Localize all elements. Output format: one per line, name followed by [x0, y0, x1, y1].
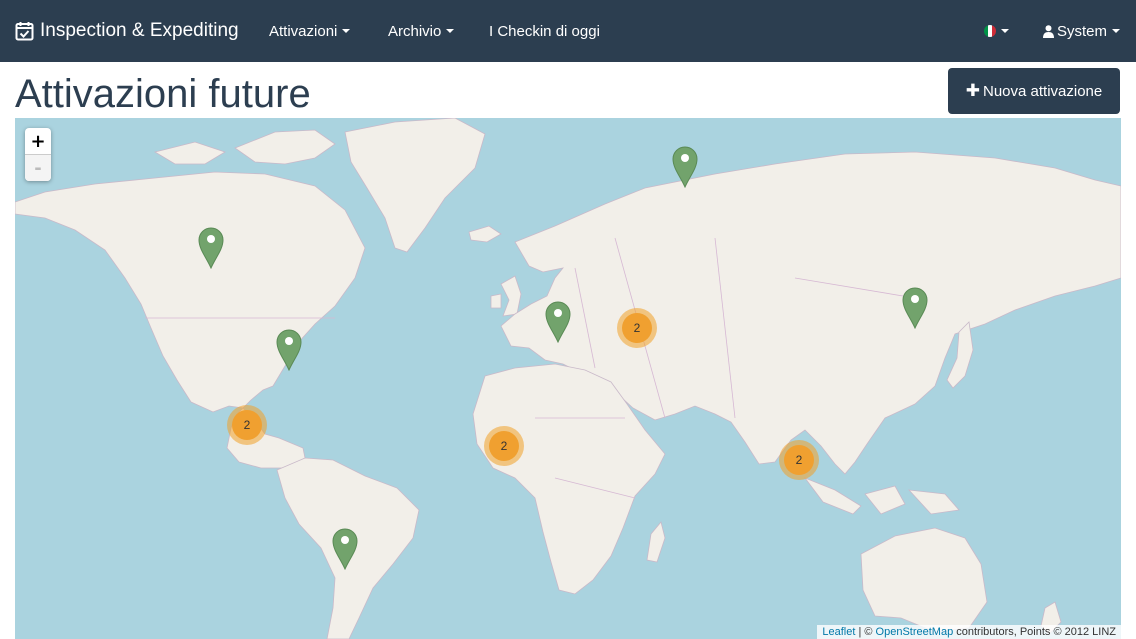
- new-activation-label: Nuova attivazione: [983, 82, 1103, 100]
- map-pin-icon: [332, 528, 358, 571]
- map-tiles: [15, 118, 1121, 639]
- caret-down-icon: [342, 29, 351, 33]
- map-attribution: Leaflet | © OpenStreetMap contributors, …: [817, 625, 1121, 639]
- map-pin-icon: [198, 227, 224, 270]
- cluster-count: 2: [784, 445, 814, 475]
- new-activation-button[interactable]: ✚ Nuova attivazione: [948, 68, 1120, 114]
- menu-attivazioni-label: Attivazioni: [269, 22, 338, 40]
- menu-attivazioni[interactable]: Attivazioni: [269, 0, 351, 62]
- cluster-count: 2: [232, 410, 262, 440]
- language-dropdown[interactable]: [984, 0, 1009, 62]
- leaflet-link[interactable]: Leaflet: [822, 626, 855, 638]
- menu-checkin-oggi[interactable]: I Checkin di oggi: [489, 0, 600, 62]
- plus-icon: ✚: [965, 81, 980, 100]
- user-icon: [1043, 24, 1054, 38]
- cluster-marker-central-america[interactable]: 2: [227, 405, 267, 445]
- zoom-control: + -: [25, 128, 51, 181]
- map-pin-icon: [902, 287, 928, 330]
- cluster-marker-black-sea[interactable]: 2: [617, 308, 657, 348]
- cluster-marker-southeast-asia[interactable]: 2: [779, 440, 819, 480]
- map-marker-canada[interactable]: [198, 227, 224, 270]
- zoom-in-button[interactable]: +: [25, 128, 51, 155]
- user-label: System: [1057, 22, 1108, 40]
- map-marker-bolivia[interactable]: [332, 528, 358, 571]
- map-pin-icon: [545, 301, 571, 344]
- page-title: Attivazioni future: [15, 72, 311, 116]
- attribution-separator: | ©: [855, 626, 876, 638]
- world-map[interactable]: + - 2 2 2 2 Leaflet | © OpenStreetMap co…: [15, 118, 1121, 639]
- calendar-check-icon: [15, 22, 34, 41]
- map-marker-northeast-china[interactable]: [902, 287, 928, 330]
- menu-checkin-label: I Checkin di oggi: [489, 22, 600, 40]
- zoom-out-button[interactable]: -: [25, 155, 51, 181]
- cluster-count: 2: [622, 313, 652, 343]
- caret-down-icon: [446, 29, 455, 33]
- map-pin-icon: [672, 146, 698, 189]
- map-marker-eastern-usa[interactable]: [276, 329, 302, 372]
- user-menu[interactable]: System: [1043, 0, 1121, 62]
- cluster-count: 2: [489, 431, 519, 461]
- cluster-marker-west-africa[interactable]: 2: [484, 426, 524, 466]
- map-marker-sweden[interactable]: [672, 146, 698, 189]
- navbar: Inspection & Expediting Attivazioni Arch…: [0, 0, 1136, 62]
- map-pin-icon: [276, 329, 302, 372]
- menu-archivio[interactable]: Archivio: [388, 0, 455, 62]
- italy-flag-icon: [984, 25, 996, 37]
- brand-label: Inspection & Expediting: [40, 20, 239, 41]
- menu-archivio-label: Archivio: [388, 22, 442, 40]
- attribution-text: contributors, Points © 2012 LINZ: [953, 626, 1116, 638]
- openstreetmap-link[interactable]: OpenStreetMap: [876, 626, 954, 638]
- caret-down-icon: [1001, 29, 1009, 33]
- brand-link[interactable]: Inspection & Expediting: [15, 0, 239, 62]
- caret-down-icon: [1112, 29, 1121, 33]
- map-marker-italy[interactable]: [545, 301, 571, 344]
